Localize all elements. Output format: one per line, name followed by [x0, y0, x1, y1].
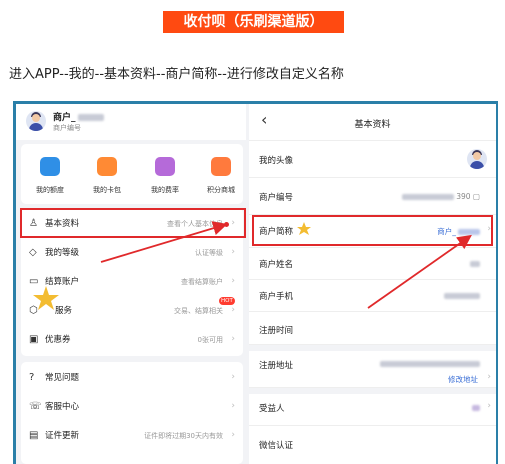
- arrow-to-basic-info: [100, 221, 228, 263]
- star-marker-icon: [297, 222, 311, 235]
- annotation-arrows: [33, 221, 472, 310]
- star-cursor-icon: [33, 286, 59, 310]
- instruction-text: 进入APP--我的--基本资料--商户简称--进行修改自定义名称: [9, 67, 344, 82]
- title-banner: 收付呗（乐刷渠道版）: [163, 11, 344, 33]
- arrow-to-short-name: [367, 234, 472, 309]
- app-screenshot: 商户_ 商户编号 我的额度 我的卡包 我的费率 积分商城 ♙ 基本资料 查看个人…: [13, 101, 498, 464]
